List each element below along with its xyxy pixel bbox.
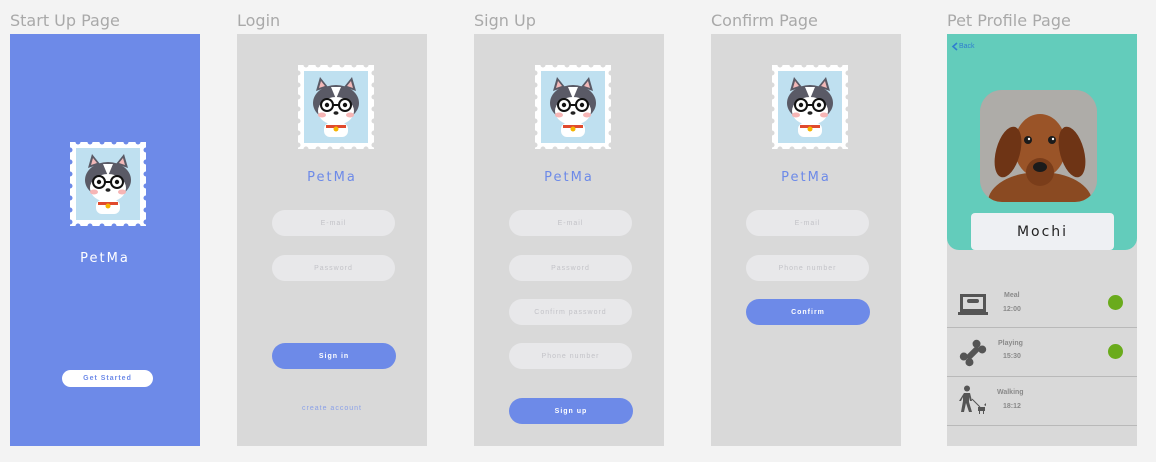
petma-logo-icon <box>70 142 146 226</box>
sign-in-button[interactable]: Sign in <box>272 343 396 369</box>
confirm-password-field[interactable]: Confirm password <box>509 299 632 325</box>
dog-walking-icon <box>959 385 986 414</box>
phone-number-field[interactable]: Phone number <box>746 255 869 281</box>
activity-row-meal[interactable]: Meal 12:00 <box>947 279 1137 328</box>
dog-photo-icon <box>980 90 1097 202</box>
petma-logo-icon <box>535 65 611 149</box>
phone-number-field[interactable]: Phone number <box>509 343 632 369</box>
chevron-left-icon <box>951 42 958 51</box>
pet-photo <box>980 90 1097 202</box>
back-button[interactable]: Back <box>951 42 975 51</box>
get-started-button[interactable]: Get Started <box>62 370 153 387</box>
sign-up-button[interactable]: Sign up <box>509 398 633 424</box>
brand-name: PetMa <box>307 170 357 185</box>
brand-name: PetMa <box>80 251 130 266</box>
pet-profile-page-frame: Back Mochi Meal 12:00 Playing 15:30 Walk… <box>947 34 1137 446</box>
pet-name: Mochi <box>971 213 1114 250</box>
brand-name: PetMa <box>544 170 594 185</box>
bone-icon <box>959 339 987 367</box>
back-label: Back <box>959 43 975 50</box>
create-account-link[interactable]: create account <box>237 405 427 412</box>
activity-row-playing[interactable]: Playing 15:30 <box>947 328 1137 377</box>
email-field[interactable]: E-mail <box>746 210 869 236</box>
startup-page-frame: PetMa Get Started <box>10 34 200 446</box>
login-page-frame: PetMa E-mail Password Sign in create acc… <box>237 34 427 446</box>
activity-row-walking[interactable]: Walking 18:12 <box>947 377 1137 426</box>
frame-title-login: Login <box>237 11 281 30</box>
email-field[interactable]: E-mail <box>509 210 632 236</box>
petma-logo-icon <box>772 65 848 149</box>
activity-name: Meal <box>1004 292 1020 299</box>
activity-name: Playing <box>998 340 1023 347</box>
confirm-button[interactable]: Confirm <box>746 299 870 325</box>
activity-time: 12:00 <box>1003 306 1021 313</box>
frame-title-signup: Sign Up <box>474 11 536 30</box>
activity-time: 18:12 <box>1003 403 1021 410</box>
status-dot <box>1108 344 1123 359</box>
frame-title-profile: Pet Profile Page <box>947 11 1071 30</box>
frame-title-confirm: Confirm Page <box>711 11 818 30</box>
status-dot <box>1108 295 1123 310</box>
email-field[interactable]: E-mail <box>272 210 395 236</box>
activity-name: Walking <box>997 389 1024 396</box>
frame-title-startup: Start Up Page <box>10 11 120 30</box>
password-field[interactable]: Password <box>272 255 395 281</box>
food-bowl-icon <box>958 294 988 315</box>
activity-time: 15:30 <box>1003 353 1021 360</box>
petma-logo-icon <box>298 65 374 149</box>
brand-name: PetMa <box>781 170 831 185</box>
password-field[interactable]: Password <box>509 255 632 281</box>
confirm-page-frame: PetMa E-mail Phone number Confirm <box>711 34 901 446</box>
signup-page-frame: PetMa E-mail Password Confirm password P… <box>474 34 664 446</box>
